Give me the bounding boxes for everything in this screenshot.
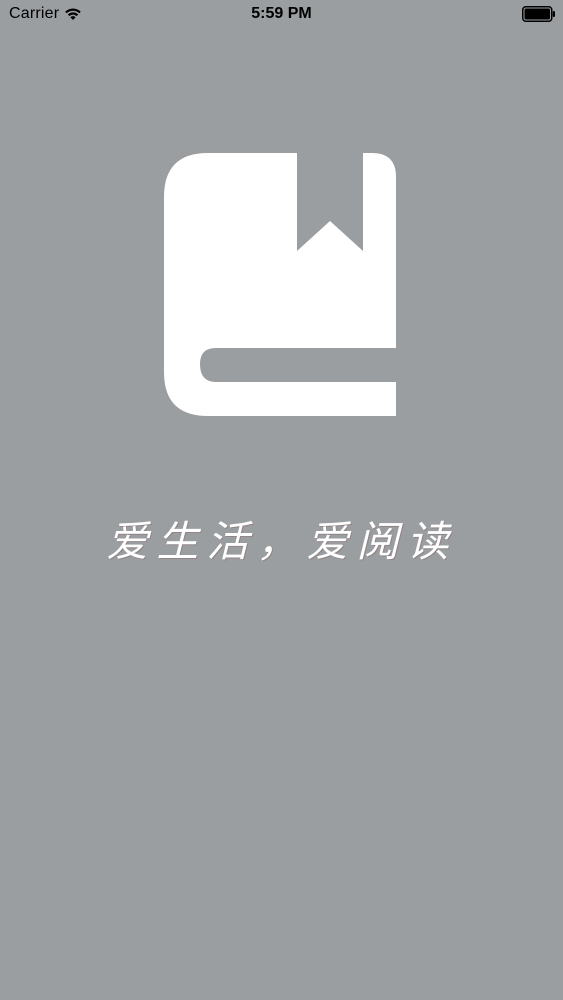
slogan: 爱生活，爱阅读 [106, 517, 457, 566]
book-bookmark-icon [164, 153, 396, 416]
status-time: 5:59 PM [251, 5, 312, 22]
status-bar: Carrier 5:59 PM [0, 0, 563, 30]
battery-icon [522, 6, 555, 22]
